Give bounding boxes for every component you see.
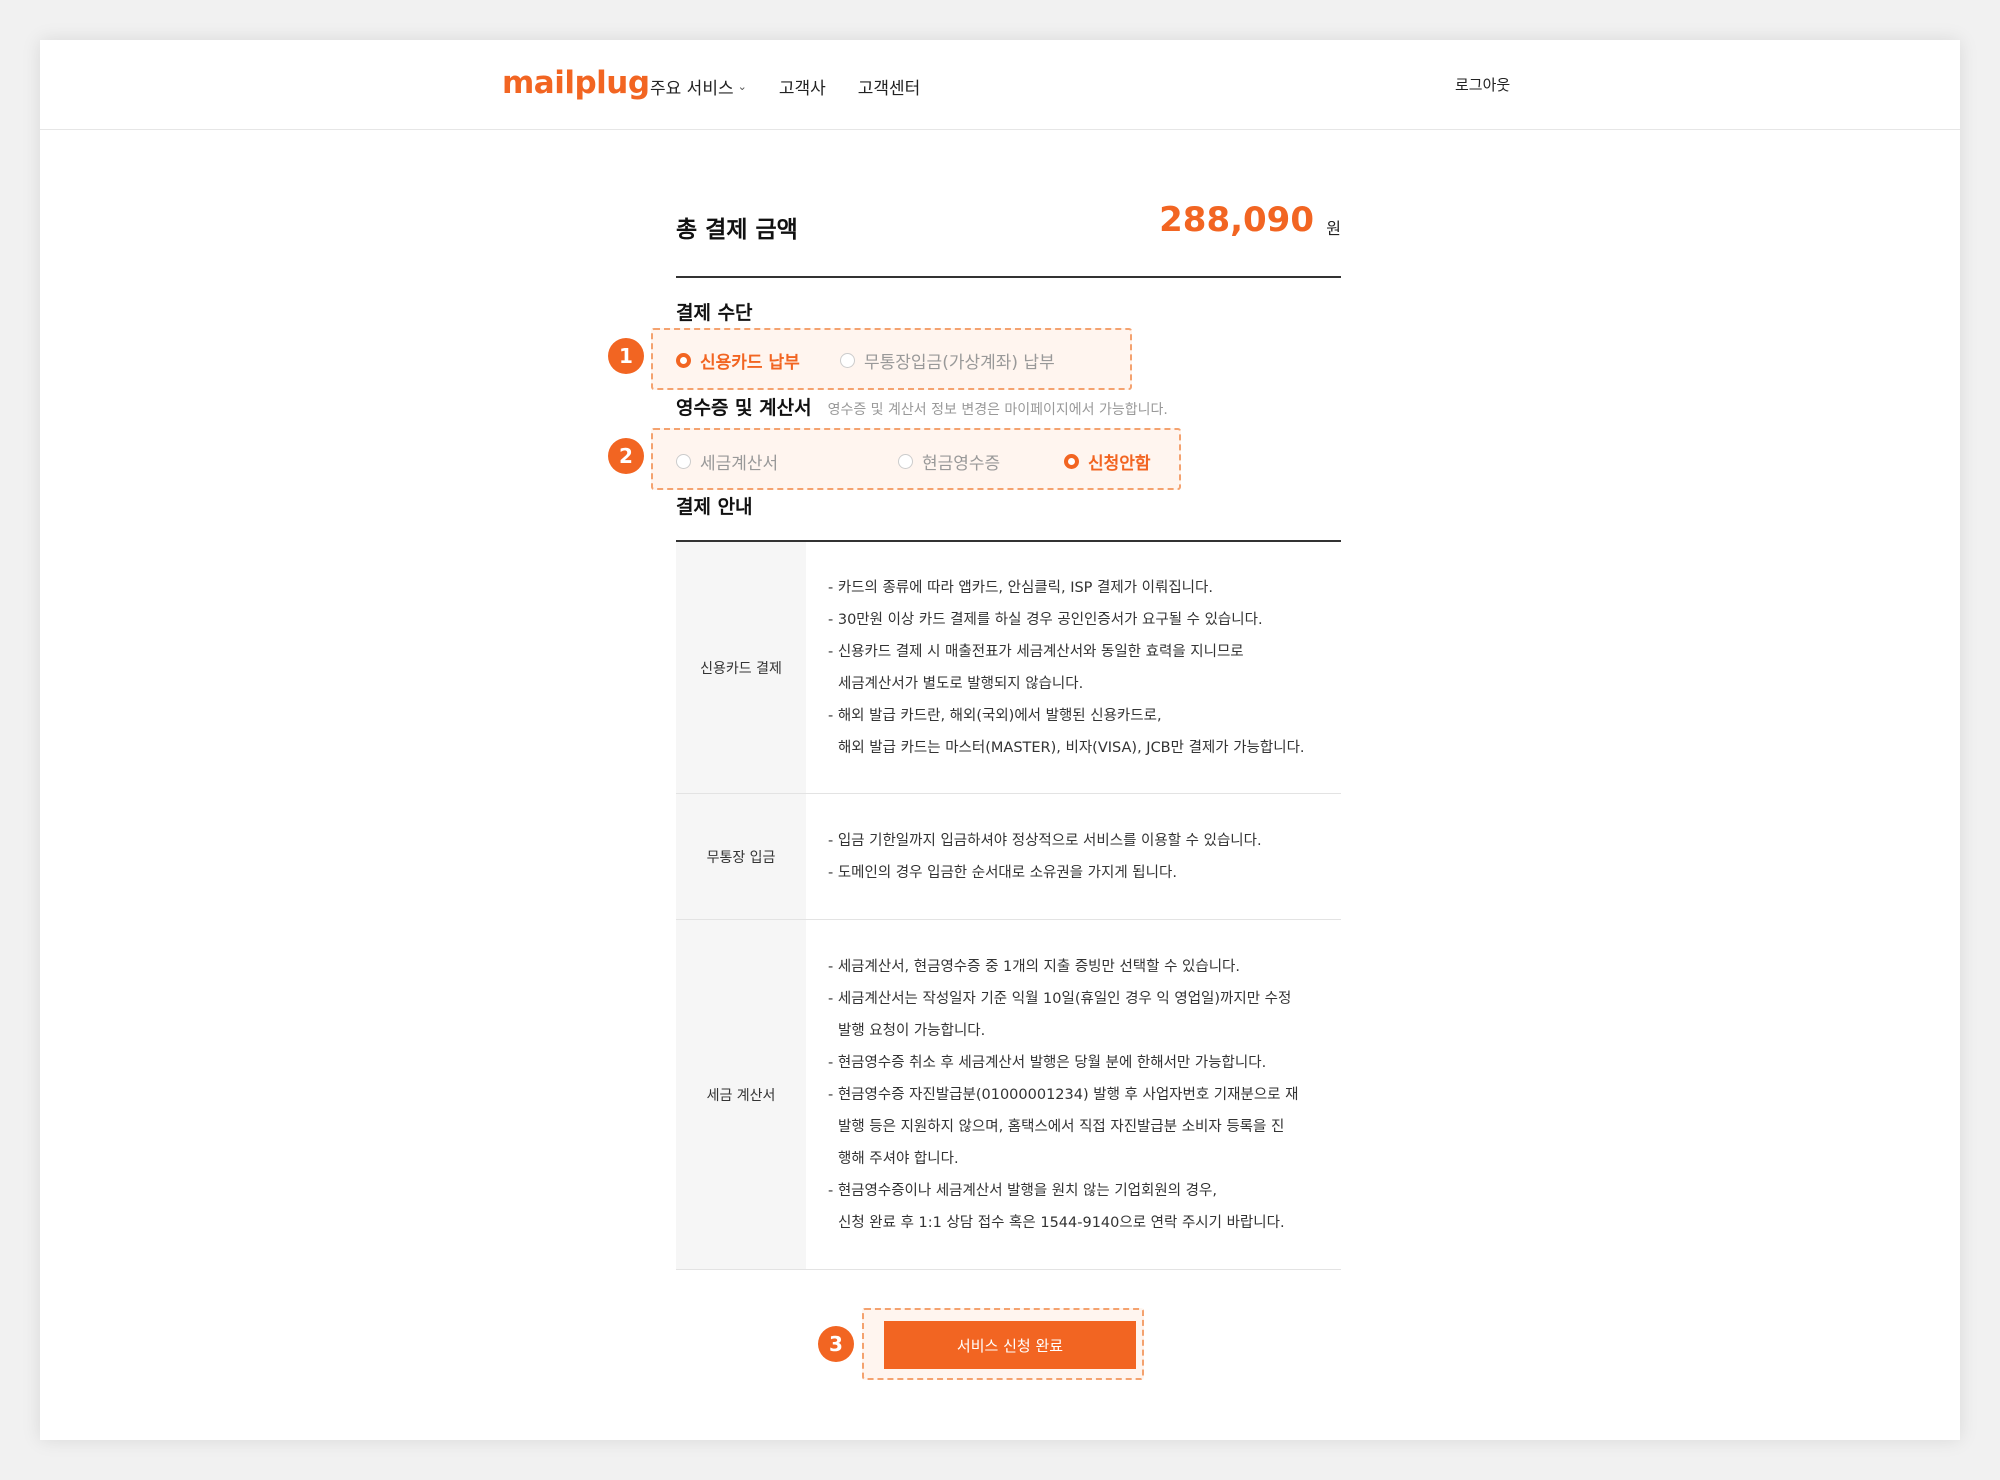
radio-label: 신청안함: [1088, 454, 1151, 474]
receipt-note: 영수증 및 계산서 정보 변경은 마이페이지에서 가능합니다.: [827, 402, 1168, 418]
mailplug-logo[interactable]: mailplug: [502, 65, 650, 101]
total-label: 총 결제 금액: [676, 217, 798, 243]
info-line: - 현금영수증 자진발급분(01000001234) 발행 후 사업자번호 기재…: [828, 1086, 1299, 1103]
step-marker-1: 1: [608, 338, 644, 374]
info-line: - 신용카드 결제 시 매출전표가 세금계산서와 동일한 효력을 지니므로: [828, 643, 1244, 660]
radio-no-receipt[interactable]: 신청안함: [1064, 449, 1151, 474]
total-amount-row: 총 결제 금액 288,090 원: [676, 200, 1341, 278]
radio-label: 신용카드 납부: [700, 353, 800, 373]
step-marker-2: 2: [608, 438, 644, 474]
info-line: 세금계산서가 별도로 발행되지 않습니다.: [838, 675, 1084, 692]
radio-dot: [676, 353, 691, 368]
receipt-title-text: 영수증 및 계산서: [676, 397, 812, 419]
nav-item-label: 주요 서비스: [650, 79, 734, 99]
step-marker-3: 3: [818, 1326, 854, 1362]
info-line: - 카드의 종류에 따라 앱카드, 안심클릭, ISP 결제가 이뤄집니다.: [828, 579, 1213, 596]
radio-label: 현금영수증: [922, 454, 1001, 474]
total-amount-unit: 원: [1326, 219, 1341, 238]
info-line: - 현금영수증이나 세금계산서 발행을 원치 않는 기업회원의 경우,: [828, 1182, 1217, 1199]
radio-label: 무통장입금(가상계좌) 납부: [864, 353, 1055, 373]
row-content: - 카드의 종류에 따라 앱카드, 안심클릭, ISP 결제가 이뤄집니다. -…: [806, 542, 1341, 793]
submit-highlight: 서비스 신청 완료: [862, 1308, 1144, 1380]
info-line: 발행 등은 지원하지 않으며, 홈택스에서 직접 자진발급분 소비자 등록을 진: [838, 1118, 1285, 1135]
table-row: 무통장 입금 - 입금 기한일까지 입금하셔야 정상적으로 서비스를 이용할 수…: [676, 794, 1341, 920]
receipt-title: 영수증 및 계산서 영수증 및 계산서 정보 변경은 마이페이지에서 가능합니다.: [676, 393, 1168, 420]
radio-dot: [676, 454, 691, 469]
nav-item-label: 고객센터: [857, 79, 921, 99]
radio-tax-invoice[interactable]: 세금계산서: [676, 449, 778, 474]
nav-item-customers[interactable]: 고객사: [779, 74, 826, 99]
logout-link[interactable]: 로그아웃: [1455, 74, 1510, 95]
total-amount-value: 288,090: [1159, 200, 1314, 240]
info-line: - 입금 기한일까지 입금하셔야 정상적으로 서비스를 이용할 수 있습니다.: [828, 832, 1262, 849]
info-line: 신청 완료 후 1:1 상담 접수 혹은 1544-9140으로 연락 주시기 …: [838, 1214, 1285, 1231]
info-line: - 30만원 이상 카드 결제를 하실 경우 공인인증서가 요구될 수 있습니다…: [828, 611, 1263, 628]
nav-item-services[interactable]: 주요 서비스 ⌄: [650, 74, 747, 99]
table-row: 세금 계산서 - 세금계산서, 현금영수증 중 1개의 지출 증빙만 선택할 수…: [676, 920, 1341, 1270]
table-row: 신용카드 결제 - 카드의 종류에 따라 앱카드, 안심클릭, ISP 결제가 …: [676, 542, 1341, 794]
payment-method-title: 결제 수단: [676, 302, 753, 324]
radio-cash-receipt[interactable]: 현금영수증: [898, 449, 1000, 474]
row-header-bank-transfer: 무통장 입금: [676, 794, 806, 919]
chevron-down-icon: ⌄: [737, 80, 747, 93]
payment-guide-title: 결제 안내: [676, 496, 753, 518]
row-content: - 세금계산서, 현금영수증 중 1개의 지출 증빙만 선택할 수 있습니다. …: [806, 920, 1341, 1269]
info-line: - 세금계산서는 작성일자 기준 익월 10일(휴일인 경우 익 영업일)까지만…: [828, 990, 1292, 1007]
info-line: 발행 요청이 가능합니다.: [838, 1022, 986, 1039]
row-header-credit-card: 신용카드 결제: [676, 542, 806, 793]
info-line: - 도메인의 경우 입금한 순서대로 소유권을 가지게 됩니다.: [828, 864, 1177, 881]
row-content: - 입금 기한일까지 입금하셔야 정상적으로 서비스를 이용할 수 있습니다. …: [806, 794, 1341, 919]
nav-item-support[interactable]: 고객센터: [858, 74, 921, 99]
radio-credit-card[interactable]: 신용카드 납부: [676, 348, 800, 373]
nav-item-label: 고객사: [778, 79, 826, 99]
radio-dot: [898, 454, 913, 469]
info-line: - 현금영수증 취소 후 세금계산서 발행은 당월 분에 한해서만 가능합니다.: [828, 1054, 1267, 1071]
main-nav: 주요 서비스 ⌄ 고객사 고객센터: [650, 74, 952, 99]
site-header: mailplug 주요 서비스 ⌄ 고객사 고객센터 로그아웃: [40, 40, 1960, 130]
radio-dot: [840, 353, 855, 368]
page-frame: mailplug 주요 서비스 ⌄ 고객사 고객센터 로그아웃 총 결제 금액 …: [40, 40, 1960, 1440]
radio-bank-transfer[interactable]: 무통장입금(가상계좌) 납부: [840, 348, 1055, 373]
row-header-tax-invoice: 세금 계산서: [676, 920, 806, 1269]
info-line: - 세금계산서, 현금영수증 중 1개의 지출 증빙만 선택할 수 있습니다.: [828, 958, 1240, 975]
info-line: 행해 주셔야 합니다.: [838, 1150, 959, 1167]
payment-guide-table: 신용카드 결제 - 카드의 종류에 따라 앱카드, 안심클릭, ISP 결제가 …: [676, 540, 1341, 1270]
info-line: - 해외 발급 카드란, 해외(국외)에서 발행된 신용카드로,: [828, 707, 1162, 724]
submit-service-button[interactable]: 서비스 신청 완료: [884, 1321, 1136, 1369]
info-line: 해외 발급 카드는 마스터(MASTER), 비자(VISA), JCB만 결제…: [838, 739, 1305, 756]
radio-label: 세금계산서: [700, 454, 779, 474]
radio-dot: [1064, 454, 1079, 469]
